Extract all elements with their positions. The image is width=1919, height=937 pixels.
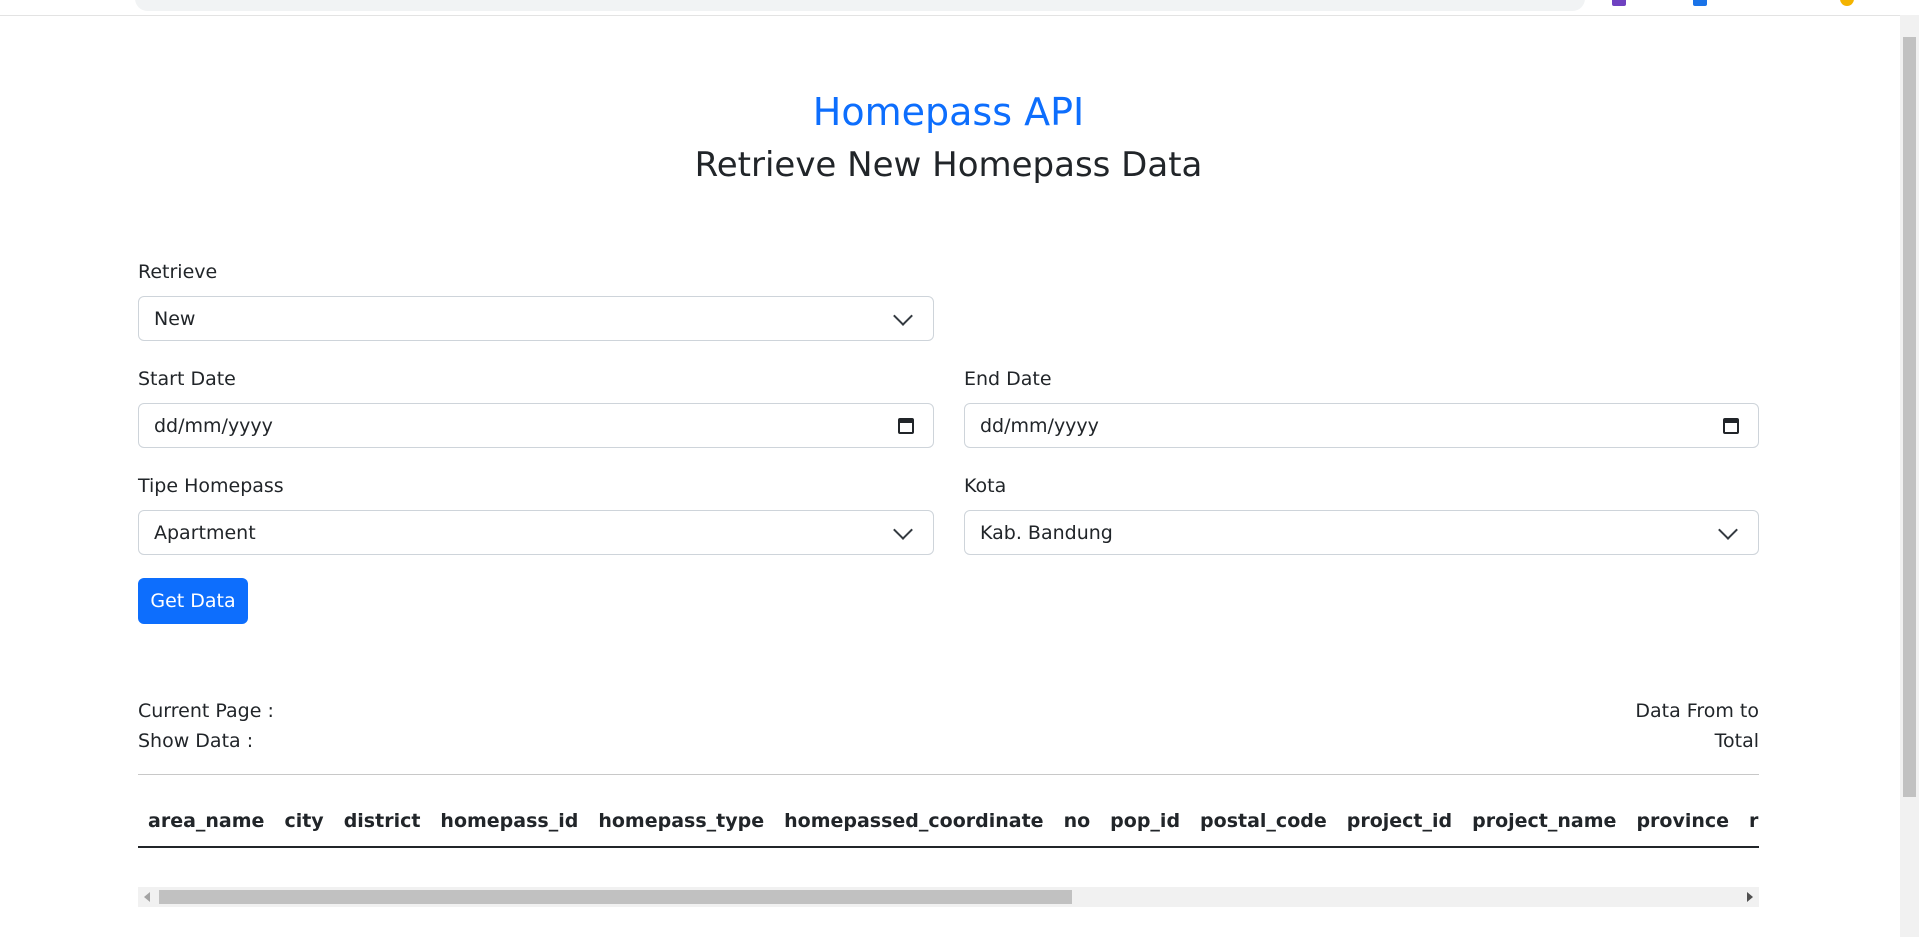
- kota-select-value: Kab. Bandung: [980, 521, 1113, 544]
- extension-icon[interactable]: [1693, 0, 1707, 6]
- table-header-border: [138, 846, 1759, 848]
- end-date-label: End Date: [964, 368, 1052, 390]
- table-column-header: postal_code: [1200, 810, 1327, 832]
- start-date-placeholder: dd/mm/yyyy: [154, 414, 273, 437]
- table-column-header: project_name: [1472, 810, 1617, 832]
- calendar-icon[interactable]: [1723, 417, 1739, 434]
- table-column-header: no: [1063, 810, 1091, 832]
- page-title: Homepass API: [812, 90, 1085, 134]
- scroll-right-arrow-icon[interactable]: [1747, 892, 1753, 902]
- page-subtitle: Retrieve New Homepass Data: [694, 145, 1203, 185]
- scroll-left-arrow-icon[interactable]: [144, 892, 150, 902]
- retrieve-select-value: New: [154, 307, 196, 330]
- start-date-input[interactable]: dd/mm/yyyy: [138, 403, 934, 448]
- kota-label: Kota: [964, 475, 1007, 497]
- table-column-header: province: [1636, 810, 1730, 832]
- total-label: Total: [1714, 730, 1759, 752]
- table-column-header: pop_id: [1110, 810, 1181, 832]
- start-date-label: Start Date: [138, 368, 236, 390]
- chevron-down-icon: [1718, 519, 1738, 540]
- browser-toolbar-strip: [0, 0, 1900, 16]
- data-table: area_name city district homepass_id homepass…: [138, 796, 1759, 848]
- table-column-header: homepass_id: [440, 810, 579, 832]
- tipe-homepass-select[interactable]: Apartment: [138, 510, 934, 555]
- calendar-icon[interactable]: [898, 417, 914, 434]
- table-horizontal-scrollbar[interactable]: [138, 887, 1759, 907]
- current-page-label: Current Page :: [138, 700, 274, 722]
- end-date-placeholder: dd/mm/yyyy: [980, 414, 1099, 437]
- table-column-header: homepass_type: [598, 810, 765, 832]
- table-column-header: homepassed_coordinate: [784, 810, 1044, 832]
- get-data-button[interactable]: Get Data: [138, 578, 248, 624]
- data-from-label: Data From to: [1635, 700, 1759, 722]
- table-column-header: city: [284, 810, 324, 832]
- extension-icon[interactable]: [1612, 0, 1626, 6]
- kota-select[interactable]: Kab. Bandung: [964, 510, 1759, 555]
- end-date-input[interactable]: dd/mm/yyyy: [964, 403, 1759, 448]
- divider: [138, 774, 1759, 775]
- page-vertical-scrollbar[interactable]: [1900, 15, 1919, 937]
- table-header-row: area_name city district homepass_id homepass…: [138, 796, 1759, 846]
- table-column-header: area_name: [148, 810, 265, 832]
- table-column-header: project_id: [1346, 810, 1453, 832]
- show-data-label: Show Data :: [138, 730, 254, 752]
- table-column-header: region: [1749, 810, 1759, 832]
- tipe-homepass-label: Tipe Homepass: [138, 475, 284, 497]
- table-column-header: district: [343, 810, 421, 832]
- address-bar[interactable]: [135, 0, 1585, 11]
- scrollbar-thumb[interactable]: [159, 890, 1072, 904]
- chevron-down-icon: [893, 519, 913, 540]
- profile-icon[interactable]: [1840, 0, 1854, 6]
- page-scrollbar-thumb[interactable]: [1903, 37, 1916, 797]
- chevron-down-icon: [893, 305, 913, 326]
- retrieve-select[interactable]: New: [138, 296, 934, 341]
- retrieve-label: Retrieve: [138, 261, 218, 283]
- tipe-homepass-select-value: Apartment: [154, 521, 256, 544]
